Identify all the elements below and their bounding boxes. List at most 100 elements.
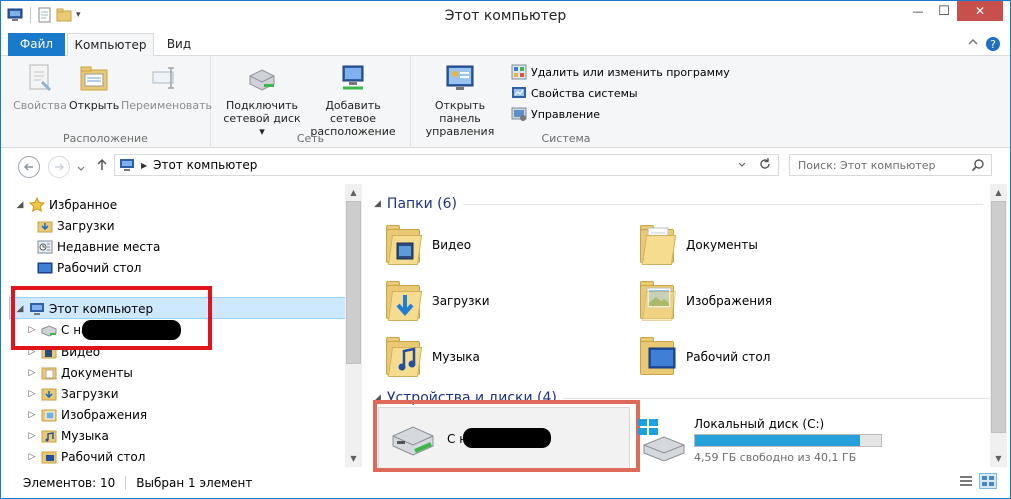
expand-arrow-icon[interactable]: ▷ <box>27 431 37 441</box>
expand-arrow-icon[interactable]: ▷ <box>27 368 37 378</box>
scroll-up-icon[interactable]: ▲ <box>990 184 1007 201</box>
tree-label: Избранное <box>49 197 118 212</box>
expand-arrow-icon[interactable]: ▷ <box>27 389 37 399</box>
tree-item-downloads[interactable]: Загрузки <box>37 215 115 236</box>
collapse-arrow-icon[interactable]: ◢ <box>15 200 25 210</box>
ribbon-tabs: Файл Компьютер Вид ? <box>1 32 1010 57</box>
tree-item-downloads-pc[interactable]: ▷ Загрузки <box>27 383 119 404</box>
tree-label: Изображения <box>61 407 148 422</box>
properties-button[interactable]: Свойства <box>13 62 67 112</box>
pictures-folder-icon <box>638 279 678 323</box>
group-location-label: Расположение <box>63 132 148 145</box>
navigation-pane: ◢ Избранное Загрузки Недавние места Рабо… <box>1 184 362 467</box>
scroll-down-icon[interactable]: ▼ <box>990 450 1007 467</box>
refresh-icon[interactable] <box>758 157 772 174</box>
minimize-button[interactable]: — <box>905 1 931 21</box>
details-view-icon[interactable] <box>959 474 973 491</box>
back-button[interactable] <box>18 156 40 178</box>
folder-label: Документы <box>686 238 758 252</box>
disk-usage-fill <box>695 435 860 446</box>
open-button[interactable]: Открыть <box>69 62 119 112</box>
tab-computer[interactable]: Компьютер <box>67 33 154 57</box>
control-panel-icon <box>444 62 476 94</box>
folders-group-header[interactable]: ◢ Папки (6) <box>374 194 984 214</box>
scroll-thumb[interactable] <box>346 201 361 364</box>
group-network-label: Сеть <box>296 132 325 145</box>
maximize-button[interactable]: ☐ <box>931 1 957 21</box>
folder-label: Рабочий стол <box>686 350 771 364</box>
up-button[interactable] <box>95 158 109 175</box>
manage-icon <box>511 107 527 121</box>
group-network: Подключить сетевой диск ▾ Добавить сетев… <box>211 56 411 148</box>
scroll-thumb[interactable] <box>991 201 1006 433</box>
status-bar: Элементов: 10 Выбран 1 элемент <box>1 467 1010 498</box>
collapse-arrow-icon[interactable]: ◢ <box>374 199 381 209</box>
expand-arrow-icon[interactable]: ▷ <box>27 410 37 420</box>
folder-tile-music[interactable]: Музыка <box>384 330 624 384</box>
scroll-up-icon[interactable]: ▲ <box>345 184 362 201</box>
folder-label: Изображения <box>686 294 773 308</box>
folder-tile-pictures[interactable]: Изображения <box>638 274 878 328</box>
address-dropdown-icon[interactable] <box>737 158 747 175</box>
folder-tile-videos[interactable]: Видео <box>384 218 624 272</box>
desktop-folder-icon <box>638 335 678 379</box>
downloads-folder-icon <box>37 221 53 232</box>
open-label: Открыть <box>69 99 120 112</box>
tree-item-recent-places[interactable]: Недавние места <box>37 236 160 257</box>
tree-item-documents[interactable]: ▷ Документы <box>27 362 133 383</box>
tree-item-desktop[interactable]: Рабочий стол <box>37 257 141 278</box>
drive-tile-local-c[interactable]: Локальный диск (C:) 4,59 ГБ свободно из … <box>636 407 916 471</box>
map-drive-button[interactable]: Подключить сетевой диск ▾ <box>221 62 303 138</box>
local-disk-name: Локальный диск (C:) <box>694 417 825 431</box>
back-arrow-icon <box>23 163 33 171</box>
close-button[interactable]: ✕ <box>957 1 1003 21</box>
folder-tile-documents[interactable]: Документы <box>638 218 878 272</box>
tree-label: Недавние места <box>57 239 161 254</box>
tree-item-favorites[interactable]: ◢ Избранное <box>15 194 117 215</box>
explorer-window: ▾ Этот компьютер — ☐ ✕ Файл Компьютер Ви… <box>0 0 1011 499</box>
tree-label: Рабочий стол <box>61 449 146 464</box>
title-bar: ▾ Этот компьютер — ☐ ✕ <box>1 1 1010 32</box>
network-location-icon <box>337 62 369 94</box>
navpane-scrollbar[interactable]: ▲ ▼ <box>345 184 362 467</box>
status-item-count: Элементов: 10 <box>23 475 116 490</box>
recent-dropdown-icon[interactable] <box>77 162 85 176</box>
uninstall-program-button[interactable]: Удалить или изменить программу <box>511 62 730 82</box>
manage-button[interactable]: Управление <box>511 104 600 124</box>
control-panel-button[interactable]: Открыть панель управления <box>413 62 507 138</box>
forward-button[interactable] <box>48 156 70 178</box>
rename-button[interactable]: Переименовать <box>121 62 213 112</box>
up-arrow-icon <box>97 158 107 170</box>
expand-arrow-icon[interactable]: ▷ <box>27 452 37 462</box>
tree-label: Музыка <box>61 428 109 443</box>
music-folder-icon <box>41 430 57 442</box>
search-icon[interactable] <box>971 158 985 172</box>
address-bar[interactable]: ▶ Этот компьютер <box>114 154 779 176</box>
content-scrollbar[interactable]: ▲ ▼ <box>990 184 1007 467</box>
expand-ribbon-icon[interactable] <box>967 36 979 51</box>
tree-item-music[interactable]: ▷ Музыка <box>27 425 109 446</box>
folder-tile-downloads[interactable]: Загрузки <box>384 274 624 328</box>
folder-tile-desktop[interactable]: Рабочий стол <box>638 330 878 384</box>
search-input[interactable]: Поиск: Этот компьютер <box>789 154 992 176</box>
content-pane: ◢ Папки (6) Видео Документы Загрузки Изо… <box>364 184 993 472</box>
forward-arrow-icon <box>55 163 65 171</box>
add-network-location-button[interactable]: Добавить сетевое расположение <box>303 62 403 138</box>
scroll-down-icon[interactable]: ▼ <box>345 450 362 467</box>
open-folder-icon <box>78 62 110 94</box>
tree-item-pictures[interactable]: ▷ Изображения <box>27 404 148 425</box>
tree-item-desktop-pc[interactable]: ▷ Рабочий стол <box>27 446 146 467</box>
system-properties-button[interactable]: Свойства системы <box>511 83 638 103</box>
rename-label: Переименовать <box>121 99 213 112</box>
tree-label: Рабочий стол <box>57 260 142 275</box>
tab-view[interactable]: Вид <box>157 33 201 57</box>
header-divider <box>463 203 984 205</box>
tiles-view-icon[interactable] <box>979 473 997 489</box>
group-system-label: Система <box>541 132 591 145</box>
computer-icon <box>120 159 134 171</box>
breadcrumb-arrow-icon[interactable]: ▶ <box>141 161 147 170</box>
breadcrumb-path[interactable]: Этот компьютер <box>153 158 257 172</box>
tab-file[interactable]: Файл <box>8 33 65 56</box>
help-icon[interactable]: ? <box>985 36 1001 55</box>
group-system: Открыть панель управления Удалить или из… <box>411 56 730 148</box>
